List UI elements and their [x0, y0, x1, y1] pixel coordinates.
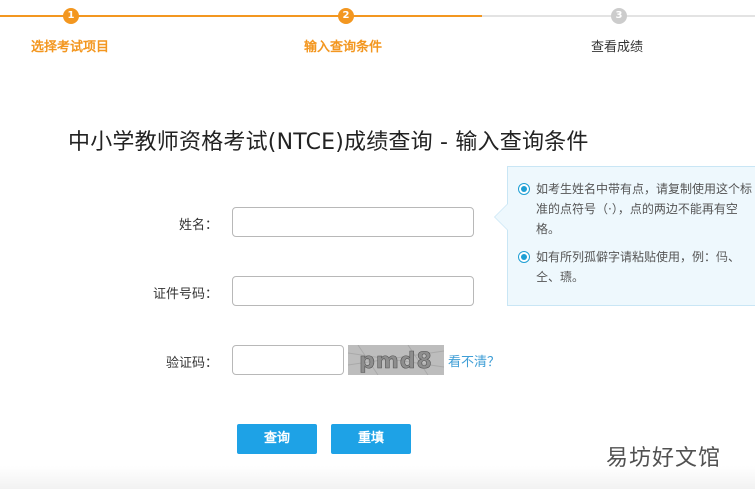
- tip-text-dot-symbol: 如考生姓名中带有点，请复制使用这个标准的点符号（·），点的两边不能再有空格。: [536, 182, 753, 236]
- id-number-input[interactable]: [232, 276, 474, 306]
- tip-item-dot-symbol: 如考生姓名中带有点，请复制使用这个标准的点符号（·），点的两边不能再有空格。: [518, 179, 754, 239]
- query-button[interactable]: 查询: [237, 424, 317, 454]
- step-1-label: 选择考试项目: [31, 40, 110, 55]
- captcha-refresh-link[interactable]: 看不清？: [448, 351, 500, 370]
- tip-arrow-fill: [495, 204, 508, 230]
- id-number-label: 证件号码：: [152, 287, 218, 302]
- input-tips-panel: 如考生姓名中带有点，请复制使用这个标准的点符号（·），点的两边不能再有空格。 如…: [494, 166, 755, 306]
- captcha-label: 验证码：: [165, 356, 218, 371]
- step-2-label: 输入查询条件: [304, 40, 383, 55]
- query-page: 1 选择考试项目 2 输入查询条件 3 查看成绩 中小学教师资格考试(NTCE)…: [0, 0, 755, 489]
- step-indicator: 1 选择考试项目 2 输入查询条件 3 查看成绩: [0, 0, 755, 60]
- radio-bullet-icon: [518, 183, 530, 195]
- tip-item-rare-characters: 如有所列孤僻字请粘贴使用，例：㐷、仝、瓙。: [518, 247, 754, 287]
- name-input[interactable]: [232, 207, 474, 237]
- captcha-input[interactable]: [232, 345, 344, 375]
- captcha-text: pmd8: [359, 349, 433, 374]
- captcha-image[interactable]: pmd8: [348, 345, 444, 375]
- tip-text-rare-characters: 如有所列孤僻字请粘贴使用，例：㐷、仝、瓙。: [536, 250, 741, 284]
- step-1-marker: 1: [63, 8, 79, 24]
- page-title: 中小学教师资格考试(NTCE)成绩查询 - 输入查询条件: [68, 130, 589, 155]
- step-2-marker: 2: [338, 8, 354, 24]
- step-3-label: 查看成绩: [591, 40, 644, 55]
- watermark: 易坊好文馆: [606, 446, 722, 471]
- step-3-marker: 3: [611, 8, 627, 24]
- name-label: 姓名：: [178, 218, 218, 233]
- radio-bullet-icon: [518, 251, 530, 263]
- reset-button[interactable]: 重填: [331, 424, 411, 454]
